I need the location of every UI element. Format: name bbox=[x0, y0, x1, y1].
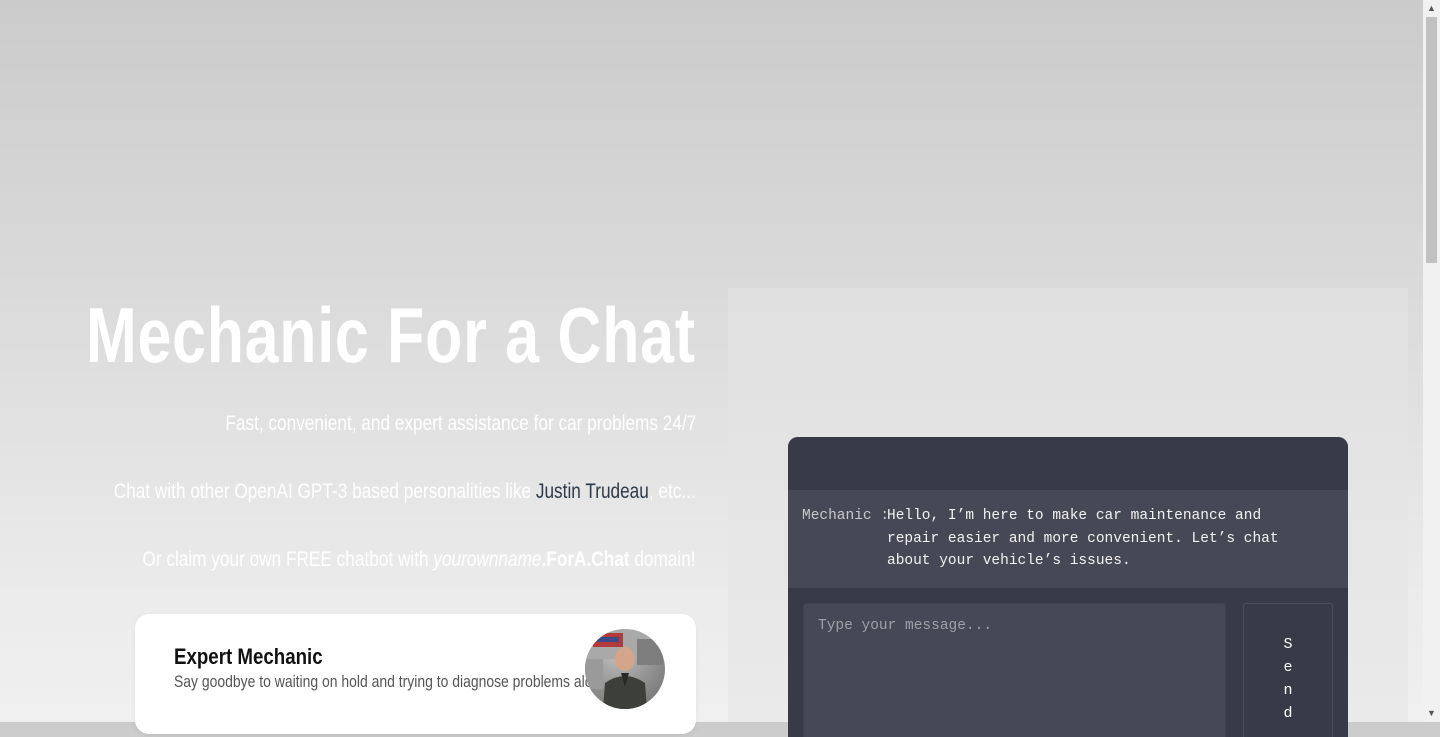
other-personalities-prefix: Chat with other OpenAI GPT-3 based perso… bbox=[114, 480, 537, 503]
claim-suffix: domain! bbox=[629, 548, 696, 571]
message-text: Hello, I’m here to make car maintenance … bbox=[887, 508, 1279, 569]
send-button[interactable]: Send bbox=[1243, 603, 1333, 737]
claim-chatbot-text: Or claim your own FREE chatbot with your… bbox=[143, 548, 696, 572]
send-button-label: Send bbox=[1283, 636, 1293, 722]
claim-prefix: Or claim your own FREE chatbot with bbox=[142, 548, 434, 571]
scroll-down-arrow-icon[interactable]: ▼ bbox=[1423, 705, 1440, 722]
chat-window: Mechanic : Hello, I’m here to make car m… bbox=[788, 437, 1348, 737]
scrollbar-thumb[interactable] bbox=[1426, 17, 1437, 263]
personality-card[interactable]: Expert Mechanic Say goodbye to waiting o… bbox=[135, 614, 696, 734]
vertical-scrollbar[interactable]: ▲ ▼ bbox=[1423, 0, 1440, 722]
tagline: Fast, convenient, and expert assistance … bbox=[225, 412, 696, 435]
justin-trudeau-link[interactable]: Justin Trudeau bbox=[536, 480, 649, 503]
card-subtitle: Say goodbye to waiting on hold and tryin… bbox=[174, 672, 608, 691]
chat-message: Mechanic : Hello, I’m here to make car m… bbox=[788, 490, 1348, 588]
other-personalities-suffix: , etc... bbox=[649, 480, 696, 503]
card-title: Expert Mechanic bbox=[174, 644, 323, 669]
chat-header bbox=[788, 437, 1348, 490]
other-personalities-text: Chat with other OpenAI GPT-3 based perso… bbox=[114, 480, 696, 504]
page-title: Mechanic For a Chat bbox=[86, 291, 696, 379]
scroll-up-arrow-icon[interactable]: ▲ bbox=[1423, 0, 1440, 17]
claim-name: yourownname bbox=[433, 548, 542, 571]
mechanic-avatar bbox=[585, 629, 665, 709]
message-sender: Mechanic : bbox=[802, 508, 890, 524]
message-input[interactable] bbox=[803, 603, 1226, 737]
claim-domain: .ForA.Chat bbox=[541, 548, 630, 571]
